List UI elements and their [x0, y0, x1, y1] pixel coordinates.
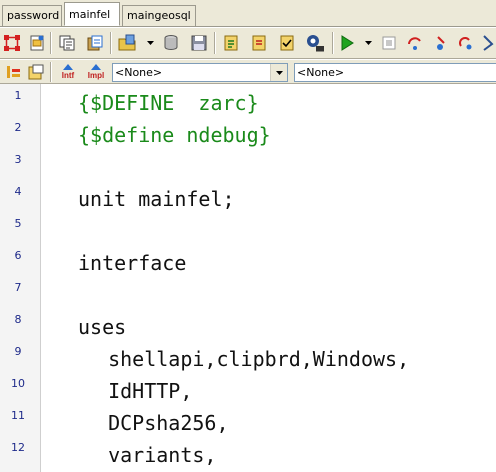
chevron-down-icon[interactable]	[270, 64, 287, 81]
open-folder-icon[interactable]	[116, 32, 138, 54]
run-icon[interactable]	[336, 32, 358, 54]
code-line: IdHTTP,	[84, 379, 193, 403]
line-number: 2	[14, 121, 22, 134]
line-number: 4	[14, 185, 22, 198]
line-number: 8	[14, 313, 22, 326]
separator	[332, 32, 334, 54]
tab-password[interactable]: password	[2, 5, 62, 26]
line-number: 9	[14, 345, 22, 358]
class-combo[interactable]: <None>	[112, 63, 288, 82]
open-dropdown-arrow[interactable]	[146, 32, 154, 54]
database-icon[interactable]	[160, 32, 182, 54]
line-number: 12	[11, 441, 25, 454]
interface-label: Intf	[61, 71, 75, 80]
interface-icon[interactable]: Intf	[56, 60, 80, 82]
separator	[50, 62, 52, 82]
main-toolbar	[0, 27, 496, 59]
checklist-icon[interactable]	[276, 32, 298, 54]
class-combo-value: <None>	[115, 66, 163, 79]
paste-icon[interactable]	[84, 32, 106, 54]
method-combo-value: <None>	[297, 66, 345, 79]
line-number: 6	[14, 249, 22, 262]
trace-icon[interactable]	[404, 32, 426, 54]
line-number: 11	[11, 409, 25, 422]
method-combo[interactable]: <None>	[294, 63, 496, 82]
tab-maingeosql[interactable]: maingeosql	[122, 5, 196, 26]
toggle-icon[interactable]	[4, 61, 24, 83]
line-number: 1	[14, 89, 22, 102]
code-line: shellapi,clipbrd,Windows,	[84, 347, 410, 371]
file-tab-strip: password mainfel maingeosql	[0, 0, 496, 27]
code-explorer-toolbar: Intf Impl <None> <None>	[0, 59, 496, 84]
new-form-icon[interactable]	[248, 32, 270, 54]
copy-icon[interactable]	[56, 32, 78, 54]
implementation-icon[interactable]: Impl	[84, 60, 108, 82]
code-line: unit mainfel;	[78, 187, 235, 211]
code-line: DCPsha256,	[84, 411, 229, 435]
open-project-icon[interactable]	[26, 32, 48, 54]
stop-icon[interactable]	[454, 32, 476, 54]
separator	[50, 32, 52, 54]
save-icon[interactable]	[188, 32, 210, 54]
code-line: variants,	[84, 443, 217, 467]
line-number: 3	[14, 153, 22, 166]
run-dropdown-arrow[interactable]	[364, 32, 372, 54]
open-icon[interactable]	[26, 61, 46, 83]
code-line: {$define ndebug}	[78, 123, 271, 147]
component-icon[interactable]	[304, 32, 326, 54]
line-number: 5	[14, 217, 22, 230]
implementation-label: Impl	[87, 71, 105, 80]
line-number: 7	[14, 281, 22, 294]
step-icon[interactable]	[378, 32, 400, 54]
arrow-icon[interactable]	[478, 32, 496, 54]
structure-icon[interactable]	[1, 32, 23, 54]
separator	[110, 32, 112, 54]
debug-icon[interactable]	[430, 32, 452, 54]
line-number-gutter: 1 2 3 4 5 6 7 8 9 10 11 12	[0, 84, 41, 472]
code-line: uses	[78, 315, 127, 339]
code-line: {$DEFINE zarc}	[78, 91, 259, 115]
tab-mainfel[interactable]: mainfel	[64, 2, 120, 26]
separator	[214, 32, 216, 54]
line-number: 10	[11, 377, 25, 390]
code-editor[interactable]: 1 2 3 4 5 6 7 8 9 10 11 12 {$DEFINE zarc…	[0, 84, 496, 472]
new-unit-icon[interactable]	[220, 32, 242, 54]
code-line: interface	[78, 251, 187, 275]
